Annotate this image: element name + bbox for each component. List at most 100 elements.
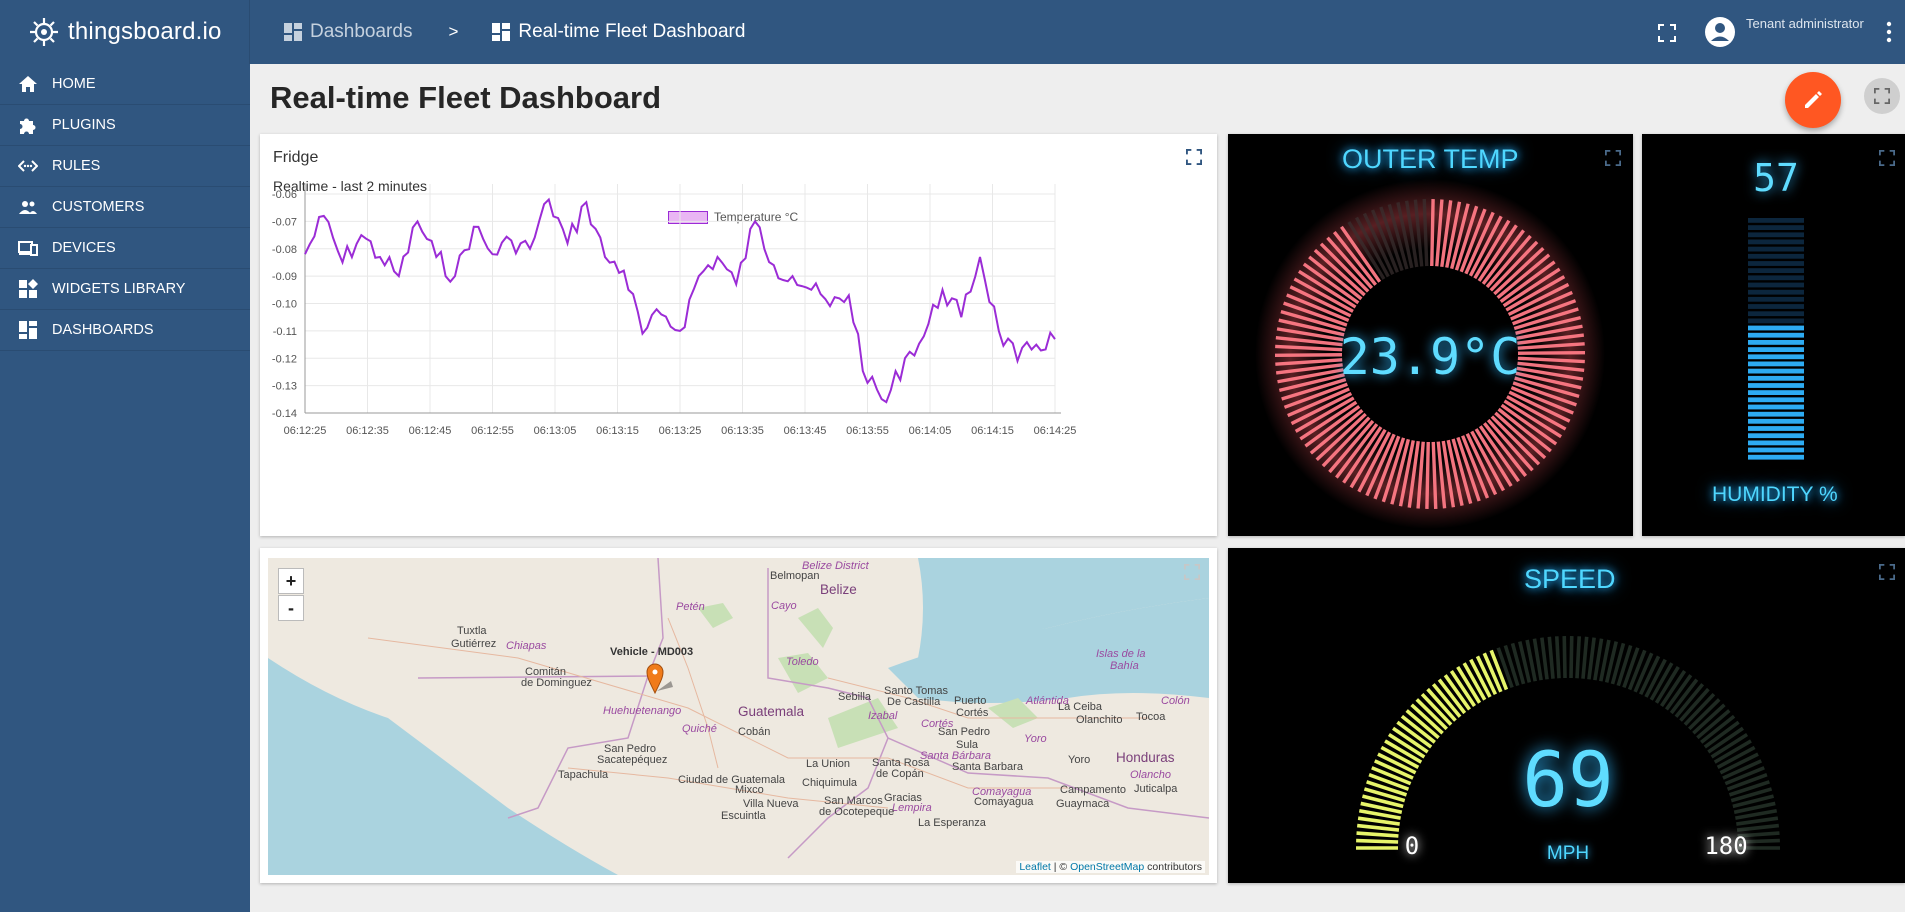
speed-tick-unlit <box>1540 637 1549 680</box>
map-place-label: La Union <box>806 758 851 770</box>
speed-tick-lit <box>1356 823 1400 832</box>
attribution-separator: | © <box>1053 861 1068 873</box>
dashboards-icon <box>492 23 511 41</box>
outer-temp-value: 23.9°C <box>1340 328 1521 386</box>
logo-text: thingsboard.io <box>68 18 222 45</box>
map-place-label: Petén <box>676 601 705 613</box>
humidity-bar-unlit <box>1748 261 1804 266</box>
map-attribution: Leaflet | © OpenStreetMap contributors <box>1016 861 1205 873</box>
humidity-bar-unlit <box>1748 282 1804 288</box>
sidebar-item-rules[interactable]: RULES <box>0 146 250 187</box>
humidity-bar-lit <box>1748 433 1804 439</box>
humidity-bar-unlit <box>1748 268 1804 273</box>
speed-tick-unlit <box>1554 636 1561 679</box>
y-tick-label: -0.09 <box>272 271 297 283</box>
sidebar-item-home[interactable]: HOME <box>0 64 250 105</box>
map-place-label: Cobán <box>738 726 771 738</box>
sidebar-item-plugins[interactable]: PLUGINS <box>0 105 250 146</box>
map-place-label: Belize District <box>802 560 869 572</box>
humidity-bar-lit <box>1748 454 1804 460</box>
speed-tick-lit <box>1356 838 1399 844</box>
humidity-bar-unlit <box>1748 311 1804 317</box>
humidity-bar-unlit <box>1748 232 1804 238</box>
y-tick-label: -0.13 <box>272 381 297 393</box>
osm-link[interactable]: OpenStreetMap <box>1070 861 1144 873</box>
x-tick-label: 06:13:45 <box>784 425 827 437</box>
user-avatar-icon[interactable] <box>1704 16 1736 48</box>
map-place-label: Mixco <box>735 784 764 796</box>
sidebar-item-devices[interactable]: DEVICES <box>0 228 250 269</box>
x-tick-label: 06:12:35 <box>346 425 389 437</box>
attribution-tail: contributors <box>1147 861 1202 873</box>
more-vert-icon[interactable] <box>1886 20 1892 44</box>
speed-tick-unlit <box>1581 636 1589 679</box>
humidity-bar-lit <box>1748 354 1804 360</box>
sidebar-item-label: CUSTOMERS <box>52 199 145 215</box>
map-place-label: Guatemala <box>738 704 805 719</box>
humidity-bar-unlit <box>1748 246 1804 252</box>
breadcrumb-current: Real-time Fleet Dashboard <box>492 21 745 43</box>
humidity-bar-unlit <box>1748 218 1804 223</box>
gauge-tick-lit <box>1425 441 1430 510</box>
leaflet-link[interactable]: Leaflet <box>1019 861 1051 873</box>
zoom-in-button[interactable]: + <box>278 568 304 594</box>
expand-icon[interactable] <box>1184 564 1200 580</box>
humidity-bar-lit <box>1748 397 1804 403</box>
pencil-icon <box>1805 91 1822 108</box>
breadcrumb-parent-label: Dashboards <box>310 21 413 42</box>
outer-temp-widget: OUTER TEMP 23.9°C <box>1228 134 1633 536</box>
dashboards-icon <box>19 321 37 339</box>
map-place-label: de Copán <box>876 768 924 780</box>
map-place-label: Puerto <box>954 695 987 707</box>
sidebar-item-widgets-library[interactable]: WIDGETS LIBRARY <box>0 269 250 310</box>
fridge-line-chart: -0.06 -0.07 -0.08 -0.09 -0.10 -0.11 -0.12 -0.13… <box>272 184 1077 437</box>
humidity-bar-unlit <box>1748 289 1804 295</box>
sidebar-item-dashboards[interactable]: DASHBOARDS <box>0 310 250 351</box>
devices-icon <box>18 241 38 256</box>
map-place-label: Honduras <box>1116 750 1175 765</box>
map-marker-icon[interactable] <box>645 661 675 695</box>
dashboards-icon <box>284 23 302 41</box>
x-tick-label: 06:14:25 <box>1034 425 1077 437</box>
breadcrumb-dashboards[interactable]: Dashboards <box>284 21 412 43</box>
speed-widget: SPEED 69 MPH 0 180 <box>1228 548 1905 883</box>
fullscreen-icon <box>1874 88 1890 104</box>
map-place-label: Campamento <box>1060 784 1127 796</box>
breadcrumb-current-label: Real-time Fleet Dashboard <box>518 21 746 42</box>
humidity-bar-lit <box>1748 404 1804 410</box>
humidity-title: HUMIDITY % <box>1712 483 1838 506</box>
x-tick-label: 06:13:05 <box>534 425 577 437</box>
humidity-bar-lit <box>1748 340 1804 345</box>
humidity-bar-lit <box>1748 325 1804 331</box>
logo[interactable]: thingsboard.io <box>0 0 250 64</box>
thingsboard-gear-icon <box>30 18 58 46</box>
speed-tick-unlit <box>1547 636 1555 679</box>
sidebar-item-label: DEVICES <box>52 240 116 256</box>
humidity-bar-lit <box>1748 411 1804 417</box>
map-place-label: Escuintla <box>721 810 766 822</box>
speed-tick-unlit <box>1736 823 1780 832</box>
map-place-label: Belize <box>820 582 857 597</box>
customers-icon <box>19 201 37 214</box>
speed-min-label: 0 <box>1405 832 1419 860</box>
x-tick-label: 06:12:25 <box>284 425 327 437</box>
dashboard-fullscreen-button[interactable] <box>1864 78 1900 114</box>
map-place-label: Yoro <box>1068 754 1091 766</box>
home-icon <box>19 76 37 92</box>
fullscreen-icon[interactable] <box>1658 24 1676 42</box>
rules-icon <box>18 160 38 172</box>
sidebar-item-label: DASHBOARDS <box>52 322 154 338</box>
edit-button[interactable] <box>1785 72 1841 128</box>
y-tick-label: -0.10 <box>272 299 297 311</box>
humidity-bar-lit <box>1748 383 1804 388</box>
sidebar-item-customers[interactable]: CUSTOMERS <box>0 187 250 228</box>
humidity-bar-lit <box>1748 440 1804 446</box>
zoom-out-button[interactable]: - <box>278 595 304 621</box>
humidity-bar-lit <box>1748 418 1804 424</box>
map-place-label: La Esperanza <box>918 817 986 829</box>
vehicle-label: Vehicle - MD003 <box>610 646 694 658</box>
user-role[interactable]: Tenant administrator <box>1746 16 1864 31</box>
speed-tick-unlit <box>1575 636 1582 679</box>
map-place-label: Bahía <box>1110 660 1139 672</box>
map-area[interactable]: Belmopan Belize District Belize Cayo Petén Tu… <box>268 558 1209 875</box>
